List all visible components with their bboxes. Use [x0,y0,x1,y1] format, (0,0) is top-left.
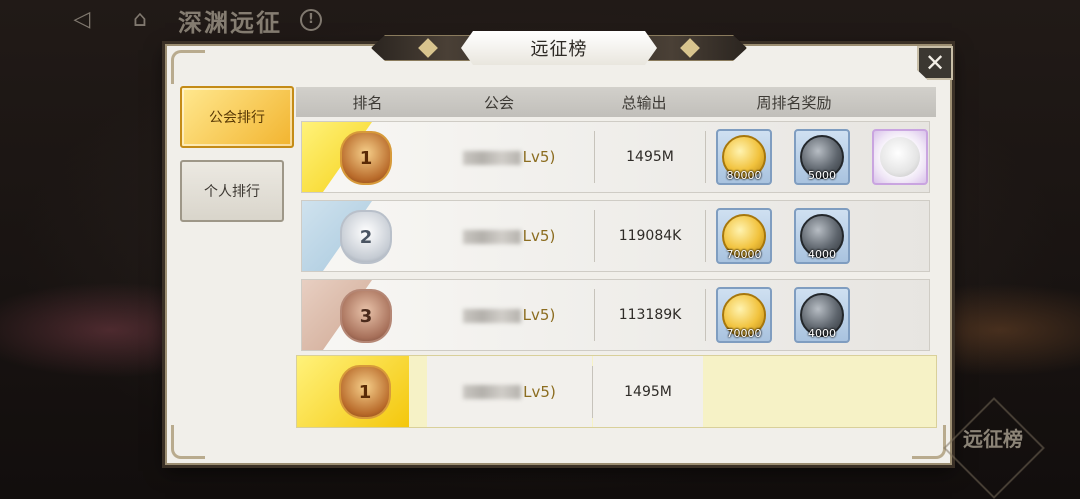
guild-level: Lv5) [523,382,556,401]
table-row[interactable]: 2 Lv5) 119084K 70000 4000 [301,200,930,272]
header-guild: 公会 [483,93,514,112]
reward-quantity: 5000 [808,169,836,182]
panel-corner-ornament [171,425,205,459]
rank-badge-silver-icon: 2 [340,210,392,264]
guild-name: Lv5) [427,356,592,427]
guild-name: Lv5) [424,306,594,324]
back-arrow-icon[interactable]: ◁ [62,5,102,35]
reward-item[interactable]: 70000 [716,208,772,264]
rank-badge-gold-icon: 1 [339,365,391,419]
reward-quantity: 70000 [726,248,762,261]
blurred-guild-name [463,384,522,399]
panel-corner-ornament [171,50,205,84]
tab-guild-ranking[interactable]: 公会排行 [180,86,294,148]
special-frame-icon [880,137,920,177]
guild-name: Lv5) [424,148,594,166]
panel-corner-ornament [912,425,946,459]
my-guild-row: 1 Lv5) 1495M [296,355,937,428]
blurred-guild-name [462,229,521,244]
rank-badge-gold-icon: 1 [340,131,392,185]
table-row[interactable]: 1 Lv5) 1495M 80000 5000 [301,121,930,193]
reward-quantity: 80000 [726,169,762,182]
guild-name: Lv5) [424,227,594,245]
panel-title-banner: 远征榜 [371,31,747,65]
reward-item[interactable]: 80000 [716,129,772,185]
panel-title: 远征榜 [461,31,657,65]
reward-item[interactable]: 70000 [716,287,772,343]
row-filler [703,356,936,427]
guild-level: Lv5) [522,148,556,166]
rank-cell: 2 [302,201,424,271]
total-damage: 1495M [593,356,703,427]
reward-quantity: 70000 [726,327,762,340]
reward-item[interactable]: 4000 [794,287,850,343]
reward-quantity: 4000 [808,248,836,261]
home-icon[interactable]: ⌂ [120,5,160,35]
screen-title: 深渊远征 [178,7,282,37]
header-total-damage: 总输出 [621,93,667,112]
rank-badge-bronze-icon: 3 [340,289,392,343]
blurred-guild-name [462,308,521,323]
rank-cell: 1 [302,122,424,192]
guild-level: Lv5) [522,306,556,324]
total-damage: 119084K [618,228,682,244]
header-weekly-reward: 周排名奖励 [756,93,832,112]
reward-quantity: 4000 [808,327,836,340]
total-damage: 1495M [626,149,674,165]
info-icon[interactable]: ! [300,9,322,31]
guild-level: Lv5) [522,227,556,245]
reward-item[interactable] [872,129,928,185]
table-header: 排名 公会 总输出 周排名奖励 [296,87,936,117]
close-button[interactable]: ✕ [917,46,953,80]
reward-list: 70000 4000 [706,287,929,343]
tab-personal-ranking[interactable]: 个人排行 [180,160,284,222]
rank-cell: 1 [297,356,427,427]
header-rank: 排名 [352,93,383,112]
rank-cell: 3 [302,280,424,350]
reward-list: 80000 5000 [706,129,929,185]
reward-item[interactable]: 5000 [794,129,850,185]
table-row[interactable]: 3 Lv5) 113189K 70000 4000 [301,279,930,351]
side-button-label[interactable]: 远征榜 [962,428,1024,450]
reward-item[interactable]: 4000 [794,208,850,264]
blurred-guild-name [462,150,521,165]
total-damage: 113189K [618,307,682,323]
reward-list: 70000 4000 [706,208,929,264]
